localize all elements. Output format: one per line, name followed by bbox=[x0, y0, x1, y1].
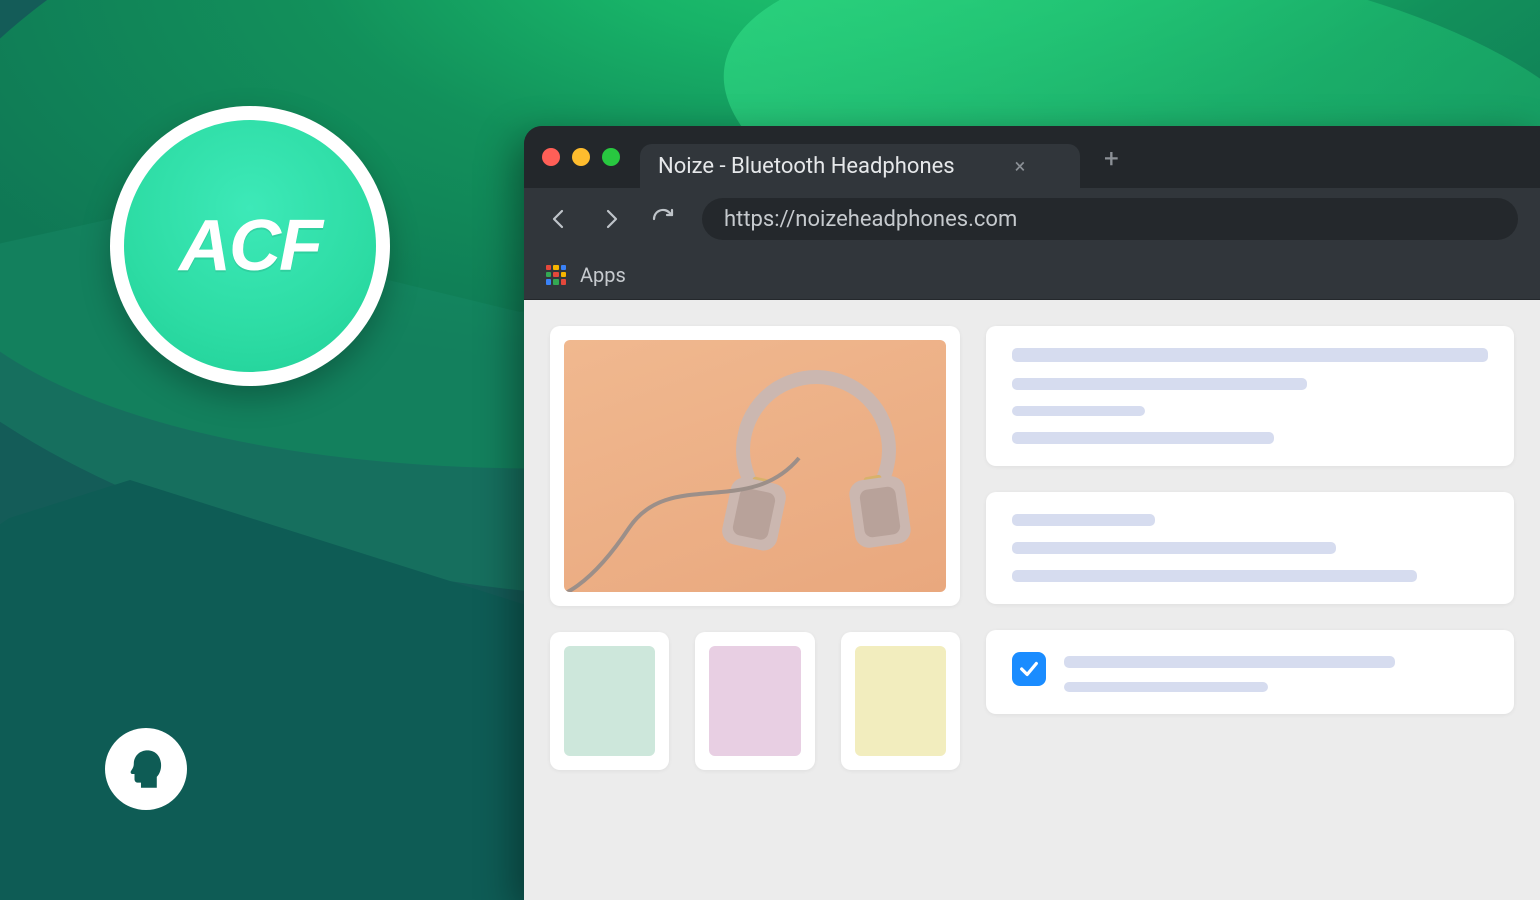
swatch-color bbox=[709, 646, 800, 756]
text-placeholder-line bbox=[1012, 432, 1274, 444]
color-swatch-2[interactable] bbox=[841, 632, 960, 770]
bookmarks-bar: Apps bbox=[524, 250, 1540, 300]
page-content bbox=[524, 300, 1540, 900]
text-placeholder-line bbox=[1012, 542, 1336, 554]
text-placeholder-line bbox=[1012, 514, 1155, 526]
reload-button[interactable] bbox=[650, 206, 676, 232]
address-bar[interactable]: https://noizeheadphones.com bbox=[702, 198, 1518, 240]
headphone-cable bbox=[564, 448, 809, 592]
info-card-2[interactable] bbox=[986, 492, 1514, 604]
nav-forward-button[interactable] bbox=[598, 206, 624, 232]
text-placeholder-line bbox=[1012, 348, 1488, 362]
product-image-card[interactable] bbox=[550, 326, 960, 606]
color-swatch-1[interactable] bbox=[695, 632, 814, 770]
head-silhouette-logo bbox=[105, 728, 187, 810]
text-placeholder-line bbox=[1064, 656, 1395, 668]
check-icon bbox=[1018, 658, 1040, 680]
swatch-row bbox=[550, 632, 960, 770]
checkbox-card[interactable] bbox=[986, 630, 1514, 714]
tab-title: Noize - Bluetooth Headphones bbox=[658, 154, 955, 179]
text-placeholder-line bbox=[1012, 378, 1307, 390]
product-image bbox=[564, 340, 946, 592]
browser-window: Noize - Bluetooth Headphones × + https:/… bbox=[524, 126, 1540, 900]
tab-strip: Noize - Bluetooth Headphones × + bbox=[524, 126, 1540, 188]
nav-back-button[interactable] bbox=[546, 206, 572, 232]
checkbox-text-placeholder bbox=[1064, 652, 1488, 692]
reload-icon bbox=[651, 207, 675, 231]
apps-grid-icon[interactable] bbox=[546, 265, 566, 285]
window-close-button[interactable] bbox=[542, 148, 560, 166]
window-minimize-button[interactable] bbox=[572, 148, 590, 166]
apps-bookmark-label[interactable]: Apps bbox=[580, 263, 626, 287]
window-maximize-button[interactable] bbox=[602, 148, 620, 166]
text-placeholder-line bbox=[1064, 682, 1268, 692]
feature-checkbox[interactable] bbox=[1012, 652, 1046, 686]
swatch-color bbox=[855, 646, 946, 756]
swatch-color bbox=[564, 646, 655, 756]
tab-close-icon[interactable]: × bbox=[1015, 154, 1026, 178]
acf-badge-inner: ACF bbox=[124, 120, 376, 372]
acf-badge-text: ACF bbox=[179, 205, 321, 287]
left-column bbox=[550, 326, 960, 874]
text-placeholder-line bbox=[1012, 570, 1417, 582]
color-swatch-0[interactable] bbox=[550, 632, 669, 770]
address-bar-url: https://noizeheadphones.com bbox=[724, 207, 1017, 232]
new-tab-button[interactable]: + bbox=[1094, 144, 1129, 174]
window-controls bbox=[542, 148, 620, 166]
browser-tab[interactable]: Noize - Bluetooth Headphones × bbox=[640, 144, 1080, 188]
arrow-right-icon bbox=[599, 207, 623, 231]
right-column bbox=[986, 326, 1514, 874]
info-card-1[interactable] bbox=[986, 326, 1514, 466]
head-silhouette-icon bbox=[123, 746, 169, 792]
arrow-left-icon bbox=[547, 207, 571, 231]
browser-toolbar: https://noizeheadphones.com bbox=[524, 188, 1540, 250]
text-placeholder-line bbox=[1012, 406, 1145, 416]
acf-badge: ACF bbox=[110, 106, 390, 386]
